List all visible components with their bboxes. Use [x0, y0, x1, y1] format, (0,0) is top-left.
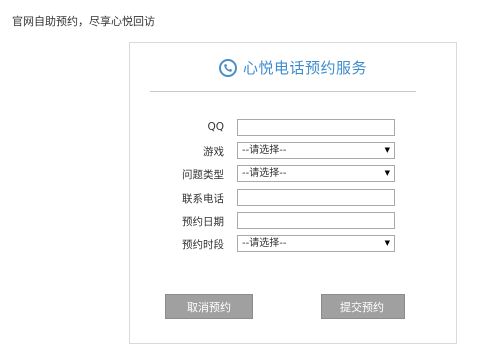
date-input[interactable] [237, 212, 395, 229]
dropdown-arrow-icon: ▼ [384, 239, 390, 247]
page-heading: 官网自助预约，尽享心悦回访 [12, 15, 155, 28]
date-label: 预约日期 [182, 216, 224, 228]
phone-icon [218, 58, 237, 77]
game-select[interactable]: --请选择-- ▼ [237, 142, 395, 159]
time-slot-select-value: --请选择-- [242, 238, 287, 249]
phone-row: 联系电话 [130, 189, 456, 207]
issue-type-select-value: --请选择-- [242, 168, 287, 179]
card-title: 心悦电话预约服务 [242, 59, 367, 77]
game-row: 游戏 --请选择-- ▼ [130, 142, 456, 160]
qq-row: QQ [130, 119, 456, 137]
dropdown-arrow-icon: ▼ [384, 169, 390, 177]
issue-type-select[interactable]: --请选择-- ▼ [237, 165, 395, 182]
cancel-booking-button[interactable]: 取消预约 [165, 294, 253, 319]
phone-label: 联系电话 [182, 193, 224, 205]
issue-type-label: 问题类型 [182, 169, 224, 181]
time-slot-label: 预约时段 [182, 239, 224, 251]
qq-label: QQ [207, 121, 224, 133]
date-row: 预约日期 [130, 212, 456, 230]
time-slot-select[interactable]: --请选择-- ▼ [237, 235, 395, 252]
card-header: 心悦电话预约服务 [130, 57, 456, 78]
dropdown-arrow-icon: ▼ [384, 146, 390, 154]
time-slot-row: 预约时段 --请选择-- ▼ [130, 235, 456, 253]
qq-input[interactable] [237, 119, 395, 136]
header-divider [150, 91, 416, 92]
game-label: 游戏 [203, 146, 224, 158]
game-select-value: --请选择-- [242, 145, 287, 156]
booking-card: 心悦电话预约服务 QQ 游戏 --请选择-- ▼ 问题类型 --请选择-- ▼ … [129, 42, 457, 344]
issue-type-row: 问题类型 --请选择-- ▼ [130, 165, 456, 183]
phone-input[interactable] [237, 189, 395, 206]
submit-booking-button[interactable]: 提交预约 [321, 294, 405, 319]
